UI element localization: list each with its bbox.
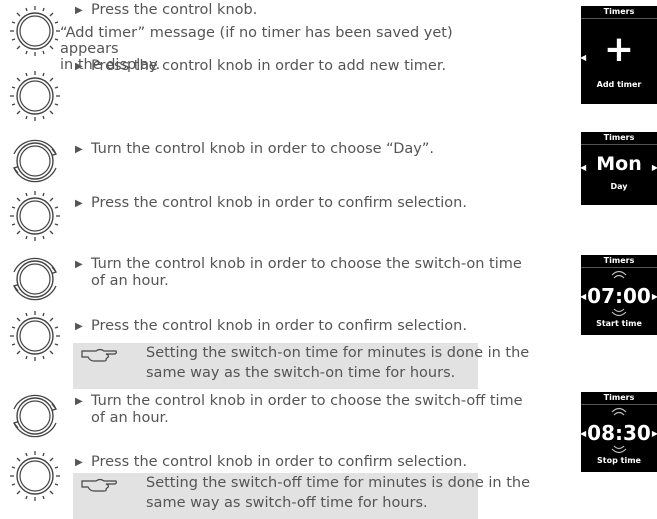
- bullet-arrow-icon: ▶: [75, 321, 83, 332]
- press-knob-icon: [9, 5, 61, 57]
- scroll-up-indicator-icon: [611, 407, 627, 416]
- display-stop-time: Timers ◀ ▶ 08:30 Stop time: [580, 392, 657, 472]
- note-start-minutes: Setting the switch-on time for minutes i…: [73, 343, 529, 389]
- step-confirm-start: ▶ Press the control knob in order to conf…: [75, 318, 467, 334]
- bullet-arrow-icon: ▶: [75, 144, 83, 155]
- scroll-down-indicator-icon: [611, 445, 627, 454]
- step-press-knob: ▶ Press the control knob.: [75, 2, 258, 18]
- display-start-time: Timers ◀ ▶ 07:00 Start time: [580, 255, 657, 335]
- bullet-arrow-icon: ▶: [75, 457, 83, 468]
- note-stop-minutes: Setting the switch-off time for minutes …: [73, 473, 530, 519]
- scroll-up-indicator-icon: [611, 270, 627, 279]
- bullet-arrow-icon: ▶: [75, 61, 83, 72]
- step-choose-day: ▶ Turn the control knob in order to choos…: [75, 141, 434, 157]
- step-choose-start-hour: ▶ Turn the control knob in order to choos…: [75, 256, 522, 289]
- turn-knob-icon: [13, 257, 57, 301]
- bullet-arrow-icon: ▶: [75, 5, 83, 16]
- bullet-arrow-icon: ▶: [75, 259, 83, 270]
- press-knob-icon: [9, 190, 61, 242]
- bullet-arrow-icon: ▶: [75, 396, 83, 407]
- turn-knob-icon: [13, 394, 57, 438]
- step-confirm-stop: ▶ Press the control knob in order to conf…: [75, 454, 467, 470]
- press-knob-icon: [9, 310, 61, 362]
- pointing-hand-icon: [81, 348, 117, 362]
- display-add-timer: Timers ◀ + Add timer: [580, 6, 657, 104]
- scroll-down-indicator-icon: [611, 308, 627, 317]
- step-confirm-day: ▶ Press the control knob in order to conf…: [75, 195, 467, 211]
- bullet-arrow-icon: ▶: [75, 198, 83, 209]
- pointing-hand-icon: [81, 478, 117, 492]
- press-knob-icon: [9, 70, 61, 122]
- press-knob-icon: [9, 450, 61, 502]
- turn-knob-icon: [13, 139, 57, 183]
- display-day: Timers ◀ ▶ Mon Day: [580, 132, 657, 205]
- step-choose-stop-hour: ▶ Turn the control knob in order to choos…: [75, 393, 523, 426]
- step-add-timer: ▶ Press the control knob in order to add …: [75, 58, 447, 74]
